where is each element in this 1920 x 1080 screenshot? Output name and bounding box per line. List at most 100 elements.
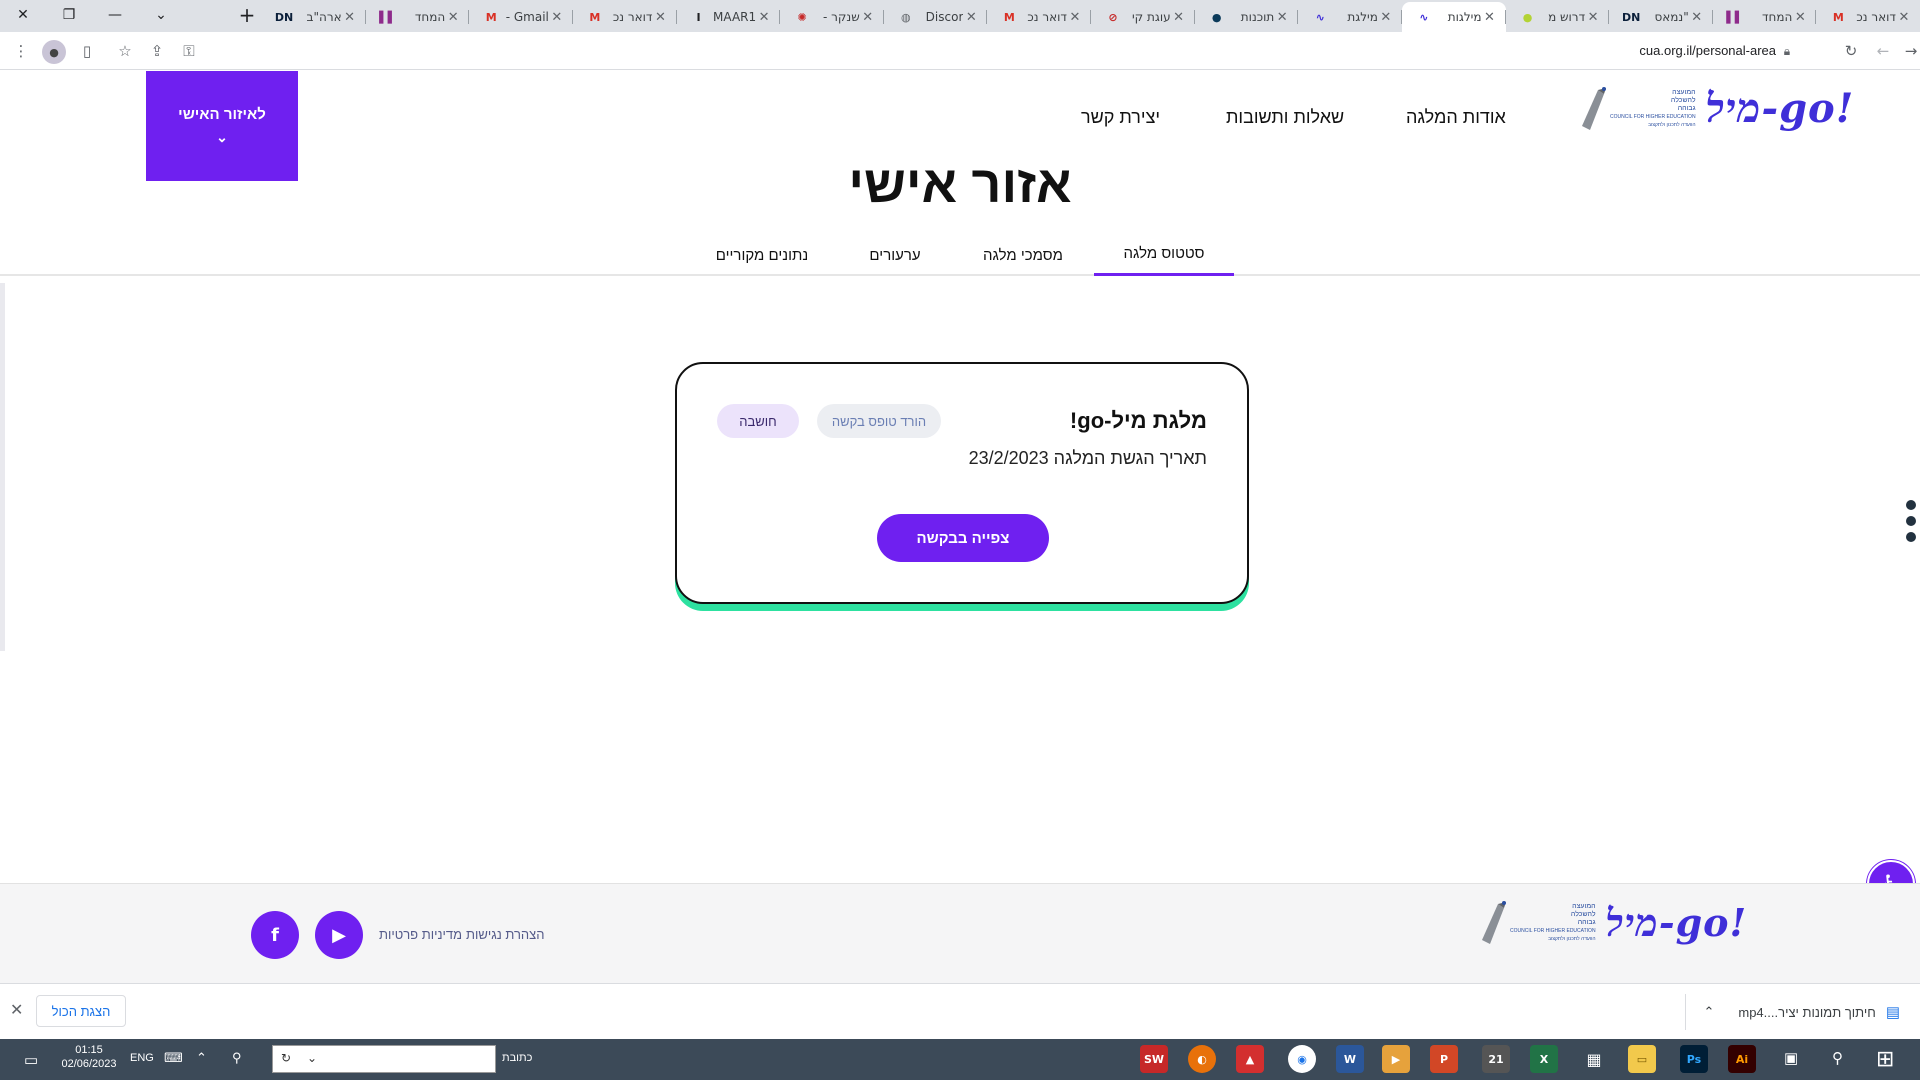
lock-icon[interactable]: 🔒︎ [1776,40,1798,62]
minimize-window-icon[interactable]: — [92,0,138,30]
browser-tab[interactable]: DN "נמאס ✕ [1609,2,1713,32]
download-form-button[interactable]: הורד טופס בקשה [817,404,941,438]
nav-contact[interactable]: יצירת קשר [1081,107,1160,128]
tab-title: שנקר - [823,10,860,24]
browser-tab[interactable]: ● תוכנות ✕ [1195,2,1299,32]
video-icon[interactable]: ▶ [1382,1045,1410,1073]
clock[interactable]: 01:15 02/06/2023 [58,1044,120,1070]
file-explorer-icon[interactable]: ▭ [1628,1045,1656,1073]
accessibility-statement-link[interactable]: הצהרת נגישות [466,927,545,942]
close-tab-icon[interactable]: ✕ [1482,10,1498,25]
footer-logo[interactable]: המועצה להשכלה גבוהה COUNCIL FOR HIGHER E… [1478,900,1747,946]
browser-tab[interactable]: I MAAR1 ✕ [677,2,781,32]
browser-tab[interactable]: ▌▌ המחד ✕ [1713,2,1817,32]
close-tab-icon[interactable]: ✕ [963,10,979,25]
tab-scholarship-status[interactable]: סטטוס מלגה [1094,234,1234,276]
app-orange-icon[interactable]: ◐ [1188,1045,1216,1073]
close-tab-icon[interactable]: ✕ [1171,10,1187,25]
password-key-icon[interactable]: ⚿ [178,40,200,62]
word-icon[interactable]: W [1336,1045,1364,1073]
task-view-icon[interactable]: ▣ [1784,1049,1798,1067]
reload-icon[interactable]: ↻ [1840,40,1862,62]
close-window-icon[interactable]: ✕ [0,0,46,30]
browser-tab[interactable]: ∿ מילגת ✕ [1298,2,1402,32]
tab-search-chevron-icon[interactable]: ⌄ [138,0,184,30]
restore-window-icon[interactable]: ❐ [46,0,92,30]
url-text[interactable]: cua.org.il/personal-area [1639,43,1776,58]
refresh-icon[interactable]: ↻ [281,1051,291,1065]
close-tab-icon[interactable]: ✕ [860,10,876,25]
close-download-bar-icon[interactable]: ✕ [10,1000,23,1019]
close-tab-icon[interactable]: ✕ [1792,10,1808,25]
language-indicator[interactable]: ENG [130,1052,154,1064]
excel-icon[interactable]: X [1530,1045,1558,1073]
tab-scholarship-documents[interactable]: מסמכי מלגה [966,234,1080,276]
browser-tab[interactable]: ∿ מילגות ✕ [1401,2,1506,32]
tab-appeals[interactable]: ערעורים [850,234,940,276]
browser-tab[interactable]: M Gmail - ✕ [469,2,573,32]
browser-tab[interactable]: ◍ Discor ✕ [884,2,988,32]
search-icon[interactable]: ⚲ [1832,1049,1843,1067]
tab-title: MAAR1 [713,10,757,24]
date-value: 23/2/2023 [968,448,1049,468]
nav-about[interactable]: אודות המלגה [1406,107,1506,128]
windows-start-icon[interactable]: ⊞ [1876,1046,1894,1072]
browser-tab[interactable]: M דואר נכ ✕ [1816,2,1920,32]
tab-original-data[interactable]: נתונים מקוריים [704,234,820,276]
forward-arrow-icon[interactable]: ← [1872,40,1894,62]
browser-tab[interactable]: DN ארה"ב ✕ [262,2,366,32]
pdf-icon[interactable]: ▲ [1236,1045,1264,1073]
browser-tab[interactable]: M דואר נכ ✕ [573,2,677,32]
notifications-icon[interactable]: ▭ [24,1051,38,1069]
side-panel-icon[interactable]: ▯ [76,40,98,62]
solidworks-icon[interactable]: SW [1140,1045,1168,1073]
gmail-icon: M [589,10,601,24]
facebook-icon[interactable]: f [251,911,299,959]
profile-avatar[interactable]: ● [42,40,66,64]
chevron-up-icon[interactable]: ⌃ [1703,1004,1714,1020]
close-tab-icon[interactable]: ✕ [342,10,358,25]
close-tab-icon[interactable]: ✕ [1067,10,1083,25]
address-dropdown-icon[interactable]: ⌄ [307,1051,317,1065]
chrome-icon[interactable]: ◉ [1288,1045,1316,1073]
youtube-icon[interactable]: ▶ [315,911,363,959]
share-icon[interactable]: ⇪ [146,40,168,62]
browser-tab[interactable]: M דואר נכ ✕ [987,2,1091,32]
date-label: תאריך הגשת המלגה [1053,448,1207,468]
illustrator-icon[interactable]: Ai [1728,1045,1756,1073]
nav-faq[interactable]: שאלות ותשובות [1226,107,1344,128]
bookmark-star-icon[interactable]: ☆ [114,40,136,62]
browser-tab[interactable]: ⊘ עוגת קי ✕ [1091,2,1195,32]
close-tab-icon[interactable]: ✕ [1378,10,1394,25]
menu-kebab-icon[interactable]: ⋮ [10,40,32,62]
browser-tab[interactable]: ✺ שנקר - ✕ [780,2,884,32]
close-tab-icon[interactable]: ✕ [1585,10,1601,25]
tab-title: דואר נכ [612,10,653,24]
view-request-button[interactable]: צפייה בבקשה [877,514,1049,562]
close-tab-icon[interactable]: ✕ [1689,10,1705,25]
side-menu-dots-icon[interactable] [1906,500,1920,548]
show-all-downloads-button[interactable]: הצגת הכול [36,995,126,1027]
close-tab-icon[interactable]: ✕ [549,10,565,25]
calculator-icon[interactable]: ▦ [1580,1045,1608,1073]
browser-tab[interactable]: ▌▌ המחד ✕ [366,2,470,32]
browser-tab[interactable]: ● דרוש מ ✕ [1506,2,1610,32]
site-logo[interactable]: המועצה להשכלה גבוהה COUNCIL FOR HIGHER E… [1578,85,1854,132]
taskbar-address-input[interactable]: ↻ ⌄ [272,1045,496,1073]
powerpoint-icon[interactable]: P [1430,1045,1458,1073]
tray-chevron-up-icon[interactable]: ⌃ [196,1050,207,1066]
dark-circle-icon: ● [1211,10,1222,24]
download-item[interactable]: ▤ חיתוך תמונות יציר....mp4 ⌃ [1685,984,1900,1040]
close-tab-icon[interactable]: ✕ [653,10,669,25]
privacy-policy-link[interactable]: מדיניות פרטיות [379,927,462,942]
back-arrow-icon[interactable]: → [1900,40,1920,62]
close-tab-icon[interactable]: ✕ [445,10,461,25]
keyboard-icon[interactable]: ⌨ [164,1050,183,1066]
close-tab-icon[interactable]: ✕ [756,10,772,25]
app-2021-icon[interactable]: 21 [1482,1045,1510,1073]
photoshop-icon[interactable]: Ps [1680,1045,1708,1073]
people-icon[interactable]: ⚲ [232,1050,242,1066]
close-tab-icon[interactable]: ✕ [1896,10,1912,25]
close-tab-icon[interactable]: ✕ [1274,10,1290,25]
chevron-down-icon: ⌄ [216,129,228,145]
